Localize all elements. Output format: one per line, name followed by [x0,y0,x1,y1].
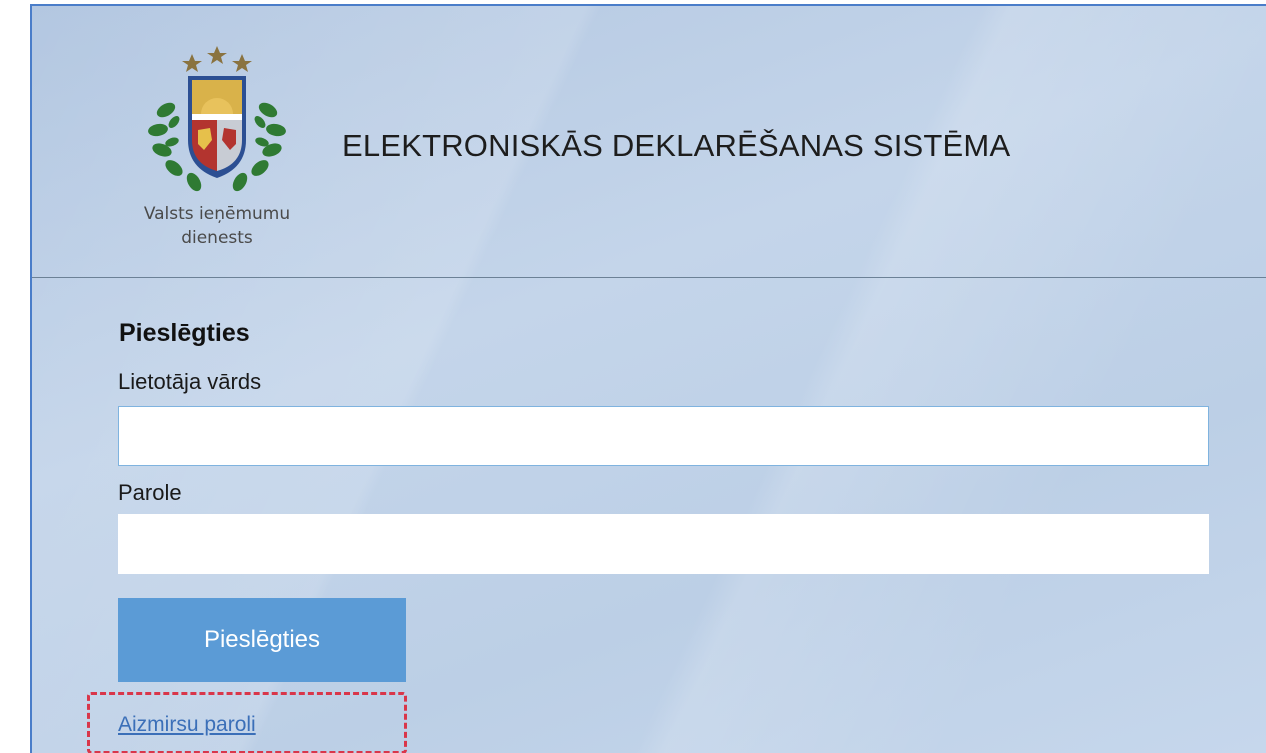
password-input[interactable] [118,514,1209,574]
agency-name-line1: Valsts ieņēmumu [143,204,291,224]
latvia-coat-of-arms-icon [148,46,286,192]
password-label: Parole [118,480,182,505]
forgot-password-link[interactable]: Aizmirsu paroli [118,713,256,737]
login-heading: Pieslēgties [119,319,250,347]
login-button[interactable]: Pieslēgties [118,598,406,682]
agency-name-line2: dienests [181,228,253,248]
agency-name: Valsts ieņēmumu dienests [112,202,322,250]
system-title: ELEKTRONISKĀS DEKLARĒŠANAS SISTĒMA [342,128,1011,163]
username-input[interactable] [118,406,1209,466]
header-divider [32,277,1266,278]
agency-logo: Valsts ieņēmumu dienests [112,40,312,270]
page: Valsts ieņēmumu dienests ELEKTRONISKĀS D… [0,0,1266,753]
login-panel: Valsts ieņēmumu dienests ELEKTRONISKĀS D… [30,4,1266,753]
username-label: Lietotāja vārds [118,369,262,394]
